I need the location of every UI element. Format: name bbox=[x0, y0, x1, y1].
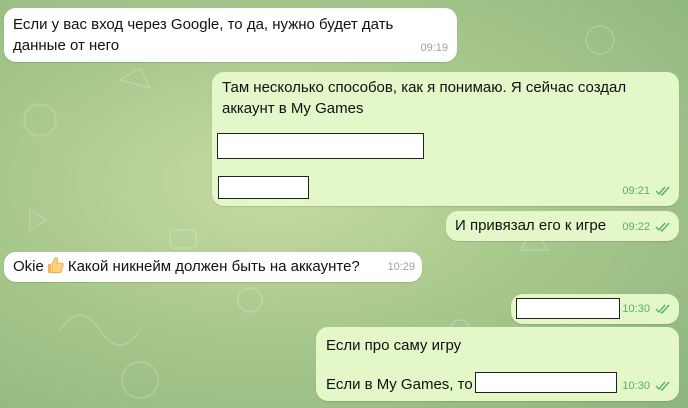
message-text: Какой никнейм должен быть на аккаунте? bbox=[67, 258, 360, 275]
message-status: 09:22 bbox=[622, 217, 671, 238]
message-time: 10:30 bbox=[622, 380, 650, 392]
redacted-box bbox=[475, 372, 617, 393]
outgoing-message[interactable]: Если про саму игру Если в My Games, то 1… bbox=[316, 327, 679, 401]
message-text-line: данные от него bbox=[13, 37, 120, 54]
message-time: 09:21 bbox=[622, 185, 650, 197]
double-check-icon bbox=[655, 222, 670, 232]
message-time: 10:29 bbox=[387, 261, 415, 273]
incoming-message[interactable]: Если у вас вход через Google, то да, нуж… bbox=[4, 8, 457, 62]
message-text-line: Если у вас вход через Google, то да, нуж… bbox=[13, 16, 394, 33]
message-status: 10:30 bbox=[622, 376, 671, 397]
message-time: 10:30 bbox=[622, 303, 650, 315]
double-check-icon bbox=[655, 381, 670, 391]
redacted-box bbox=[516, 298, 620, 319]
double-check-icon bbox=[655, 304, 670, 314]
outgoing-message[interactable]: Там несколько способов, как я понимаю. Я… bbox=[212, 72, 679, 206]
message-text-line: Если в My Games, то bbox=[326, 376, 473, 393]
message-text-line: Там несколько способов, как я понимаю. Я… bbox=[222, 79, 627, 96]
message-text-line: И привязал его к игре bbox=[455, 217, 607, 234]
message-time: 09:19 bbox=[420, 42, 448, 54]
message-status: 10:30 bbox=[622, 299, 671, 320]
redacted-box bbox=[217, 133, 424, 159]
double-check-icon bbox=[655, 186, 670, 196]
incoming-message[interactable]: Okie Какой никнейм должен быть на аккаун… bbox=[4, 252, 422, 282]
message-text-line: Okie Какой никнейм должен быть на аккаун… bbox=[13, 256, 360, 277]
message-status: 09:21 bbox=[622, 181, 671, 202]
message-time: 09:22 bbox=[622, 221, 650, 233]
outgoing-message[interactable]: 10:30 bbox=[511, 294, 679, 324]
thumbs-up-emoji bbox=[47, 257, 64, 274]
redacted-box bbox=[218, 176, 309, 199]
message-text-line: Если про саму игру bbox=[326, 337, 462, 354]
message-prefix: Okie bbox=[13, 258, 44, 275]
message-text-line: аккаунт в My Games bbox=[222, 100, 364, 117]
outgoing-message[interactable]: И привязал его к игре 09:22 bbox=[446, 211, 679, 241]
